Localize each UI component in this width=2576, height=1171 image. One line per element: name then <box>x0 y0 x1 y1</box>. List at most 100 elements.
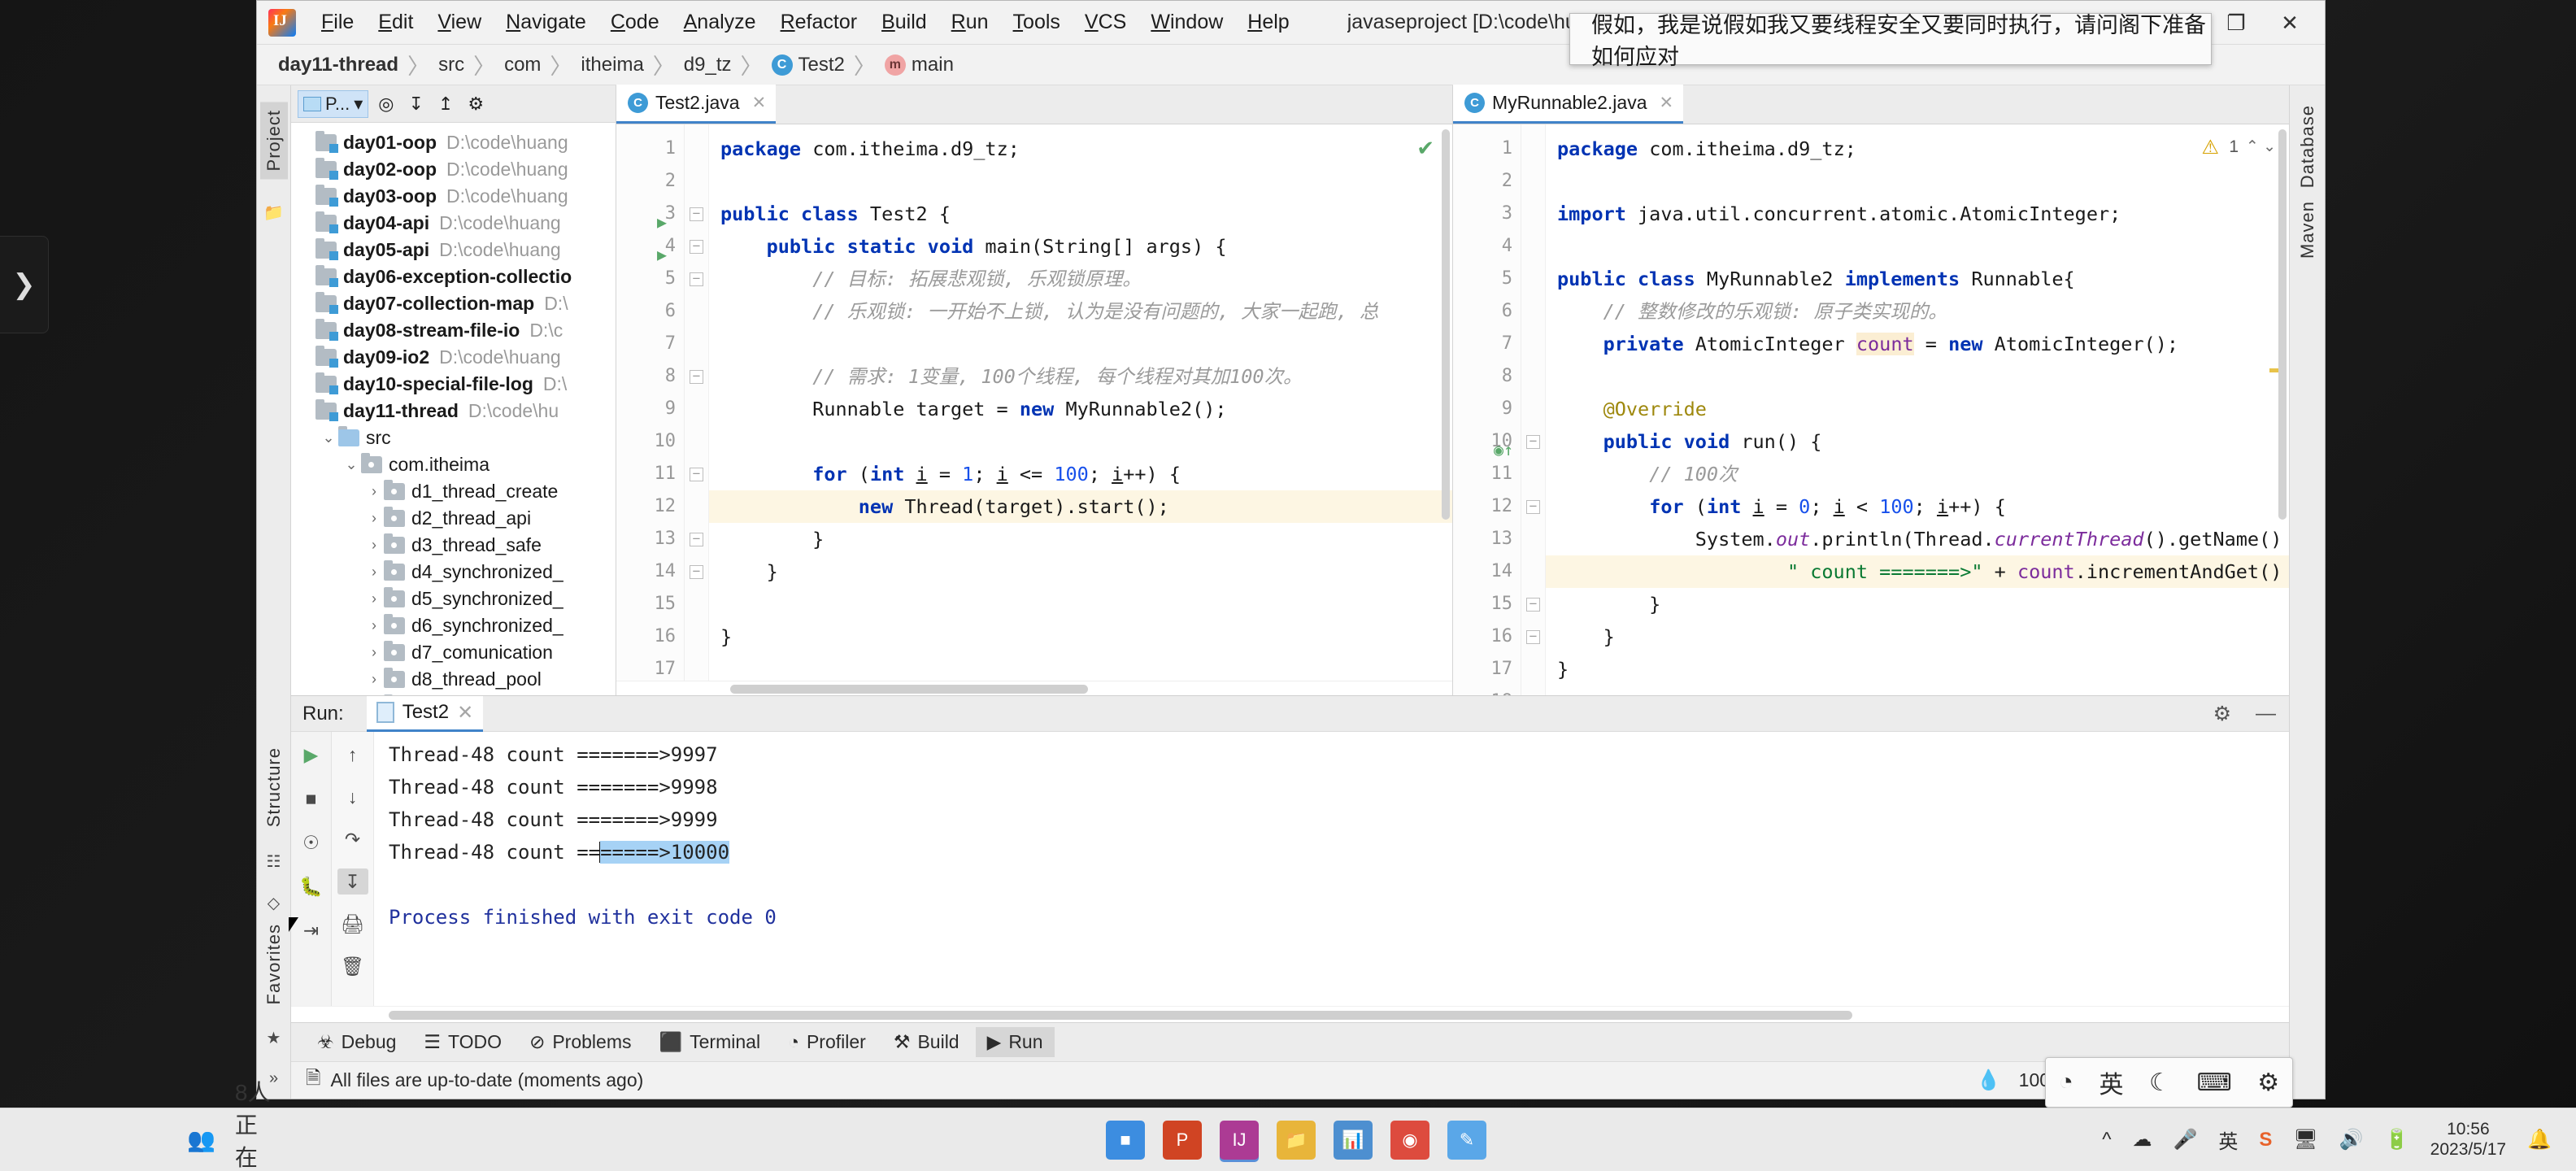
code-line[interactable]: for (int i = 1; i <= 100; i++) { <box>709 458 1452 490</box>
close-icon[interactable]: ✕ <box>752 93 767 113</box>
chevron-down-icon[interactable]: ⌄ <box>342 456 361 473</box>
menu-item-run[interactable]: Run <box>939 7 1001 37</box>
cloud-sync-icon[interactable]: ☁ <box>2133 1128 2152 1151</box>
chevron-down-icon[interactable]: ⌄ <box>319 429 338 446</box>
tree-item-day06-exception-collectio[interactable]: day06-exception-collectio <box>291 263 616 290</box>
sidebar-item-favorites[interactable]: Favorites <box>263 924 285 1004</box>
code-line[interactable]: // 整数修改的乐观锁: 原子类实现的。 <box>1546 295 2289 328</box>
tree-item-day03-oop[interactable]: day03-oop D:\code\huang <box>291 183 616 210</box>
project-tree[interactable]: day01-oop D:\code\huang day02-oop D:\code\h… <box>291 123 616 695</box>
menu-item-tools[interactable]: Tools <box>1001 7 1073 37</box>
menu-item-code[interactable]: Code <box>598 7 672 37</box>
notification-popup[interactable]: 假如，我是说假如我又要线程安全又要同时执行，请问阁下准备如何应对 <box>1569 13 2212 70</box>
next-problem-icons[interactable]: ⌃ ⌄ <box>2246 137 2276 156</box>
warning-triangle-icon[interactable]: ⚠ <box>2201 136 2219 159</box>
vertical-scrollbar-left[interactable] <box>1439 124 1452 681</box>
tree-item-day10-special-file-log[interactable]: day10-special-file-log D:\ <box>291 371 616 398</box>
code-line[interactable]: } <box>1546 620 2289 653</box>
charts-icon[interactable]: 📊 <box>1334 1120 1373 1160</box>
chevron-up-icon[interactable]: ^ <box>2102 1129 2111 1151</box>
code-line[interactable]: } <box>709 523 1452 555</box>
tree-item-d3-thread-safe[interactable]: › d3_thread_safe <box>291 532 616 559</box>
code-line[interactable] <box>709 653 1452 681</box>
gear-icon[interactable]: ⚙ <box>2257 1069 2279 1097</box>
sidebar-item-project[interactable]: Project <box>259 102 288 180</box>
console-horizontal-scrollbar[interactable] <box>291 1006 2289 1022</box>
tree-item-day05-api[interactable]: day05-api D:\code\huang <box>291 237 616 263</box>
chevron-right-icon[interactable]: › <box>364 590 384 607</box>
keyboard-icon[interactable]: ⌨ <box>2196 1069 2231 1097</box>
inspection-ok-icon[interactable]: ✔ <box>1416 136 1434 161</box>
tool-button-build[interactable]: ⚒ Build <box>882 1027 971 1057</box>
code-line[interactable]: public class Test2 { <box>709 198 1452 230</box>
notification-quiet-icon[interactable]: 🔔 <box>2527 1128 2552 1151</box>
gutter-left[interactable]: 1 2 3 ▶ 4 ▶ 5 6 7 8 9 10 11 12 13 14 15 16 17 <box>616 124 685 681</box>
code-line[interactable] <box>709 328 1452 360</box>
fold-marker[interactable]: − <box>1521 490 1545 523</box>
tool-button-problems[interactable]: ⊘ Problems <box>518 1027 642 1057</box>
breadcrumb-item-com[interactable]: com <box>504 54 541 76</box>
taskbar-clock[interactable]: 10:56 2023/5/17 <box>2430 1120 2506 1159</box>
close-icon[interactable]: ✕ <box>1660 93 1674 113</box>
code-line[interactable]: package com.itheima.d9_tz; <box>1546 133 2289 165</box>
tool-button-todo[interactable]: ☰ TODO <box>412 1027 513 1057</box>
tool-button-debug[interactable]: ☣ Debug <box>306 1027 407 1057</box>
maximize-button[interactable]: ❐ <box>2209 1 2263 45</box>
code-line[interactable]: import java.util.concurrent.atomic.Atomi… <box>1546 198 2289 230</box>
menu-item-help[interactable]: Help <box>1235 7 1301 37</box>
code-line[interactable]: private AtomicInteger count = new Atomic… <box>1546 328 2289 360</box>
soft-wrap-icon[interactable]: ↷ <box>337 826 368 852</box>
minimize-icon[interactable]: — <box>2256 702 2276 725</box>
trash-icon[interactable]: 🗑 <box>337 953 368 979</box>
expand-all-button[interactable]: ↧ <box>403 91 428 117</box>
tree-item-day04-api[interactable]: day04-api D:\code\huang <box>291 210 616 237</box>
console-output[interactable]: Thread-48 count =======>9997 Thread-48 co… <box>374 732 2289 1006</box>
horizontal-scrollbar-left[interactable] <box>616 681 1452 695</box>
tree-item-d6-synchronized-[interactable]: › d6_synchronized_ <box>291 612 616 639</box>
up-arrow-icon[interactable]: ↑ <box>337 742 368 768</box>
explorer-icon[interactable]: 📁 <box>1277 1120 1316 1160</box>
sidebar-item-database[interactable]: Database <box>2297 105 2318 188</box>
star-icon[interactable]: ★ <box>267 1028 281 1048</box>
stop-icon[interactable]: ■ <box>296 786 327 812</box>
moon-icon[interactable]: ☾ <box>2149 1069 2171 1097</box>
tree-item-day02-oop[interactable]: day02-oop D:\code\huang <box>291 156 616 183</box>
ime-mode-icon[interactable]: ◔ <box>2059 1069 2073 1096</box>
breadcrumb-item-src[interactable]: src <box>438 54 464 76</box>
chevron-right-icon[interactable]: › <box>364 644 384 661</box>
code-line[interactable] <box>709 588 1452 620</box>
menu-item-view[interactable]: View <box>425 7 494 37</box>
breadcrumb-item-main[interactable]: m main <box>884 54 954 76</box>
code-line[interactable] <box>709 425 1452 458</box>
tree-item-d1-thread-create[interactable]: › d1_thread_create <box>291 478 616 505</box>
code-area-left[interactable]: 1 2 3 ▶ 4 ▶ 5 6 7 8 9 10 11 12 13 14 15 16 17 − − − − − − − pack… <box>616 124 1452 681</box>
tree-item-day01-oop[interactable]: day01-oop D:\code\huang <box>291 129 616 156</box>
desktop-side-tab[interactable]: ❯ <box>0 236 49 333</box>
windows-icon[interactable]: ■ <box>1106 1120 1145 1160</box>
code-line[interactable]: } <box>1546 653 2289 686</box>
menu-item-build[interactable]: Build <box>869 7 939 37</box>
code-line[interactable]: public void run() { <box>1546 425 2289 458</box>
fold-marker[interactable]: − <box>1521 620 1545 653</box>
code-line[interactable]: for (int i = 0; i < 100; i++) { <box>1546 490 2289 523</box>
tree-item-d2-thread-api[interactable]: › d2_thread_api <box>291 505 616 532</box>
tool-button-run[interactable]: ▶ Run <box>975 1027 1055 1057</box>
code-line[interactable]: public class MyRunnable2 implements Runn… <box>1546 263 2289 295</box>
menu-item-vcs[interactable]: VCS <box>1073 7 1138 37</box>
gear-icon[interactable]: ⚙ <box>2213 702 2231 726</box>
menu-item-navigate[interactable]: Navigate <box>494 7 598 37</box>
battery-icon[interactable]: 🔋 <box>2385 1128 2409 1151</box>
menu-item-edit[interactable]: Edit <box>366 7 425 37</box>
chevron-right-icon[interactable]: › <box>364 510 384 527</box>
ime-language-label[interactable]: 英 <box>2099 1064 2123 1100</box>
code-line[interactable] <box>1546 165 2289 198</box>
fold-marker[interactable]: − <box>685 555 708 588</box>
tab-test2-java[interactable]: C Test2.java ✕ <box>616 85 777 124</box>
code-line[interactable] <box>1546 230 2289 263</box>
project-settings-button[interactable]: ⚙ <box>463 91 489 117</box>
code-line[interactable]: // 乐观锁: 一开始不上锁, 认为是没有问题的, 大家一起跑, 总 <box>709 295 1452 328</box>
menu-item-window[interactable]: Window <box>1138 7 1235 37</box>
fold-marker[interactable]: − <box>1521 588 1545 620</box>
close-button[interactable]: ✕ <box>2263 1 2317 45</box>
volume-icon[interactable]: 🔊 <box>2339 1128 2364 1151</box>
